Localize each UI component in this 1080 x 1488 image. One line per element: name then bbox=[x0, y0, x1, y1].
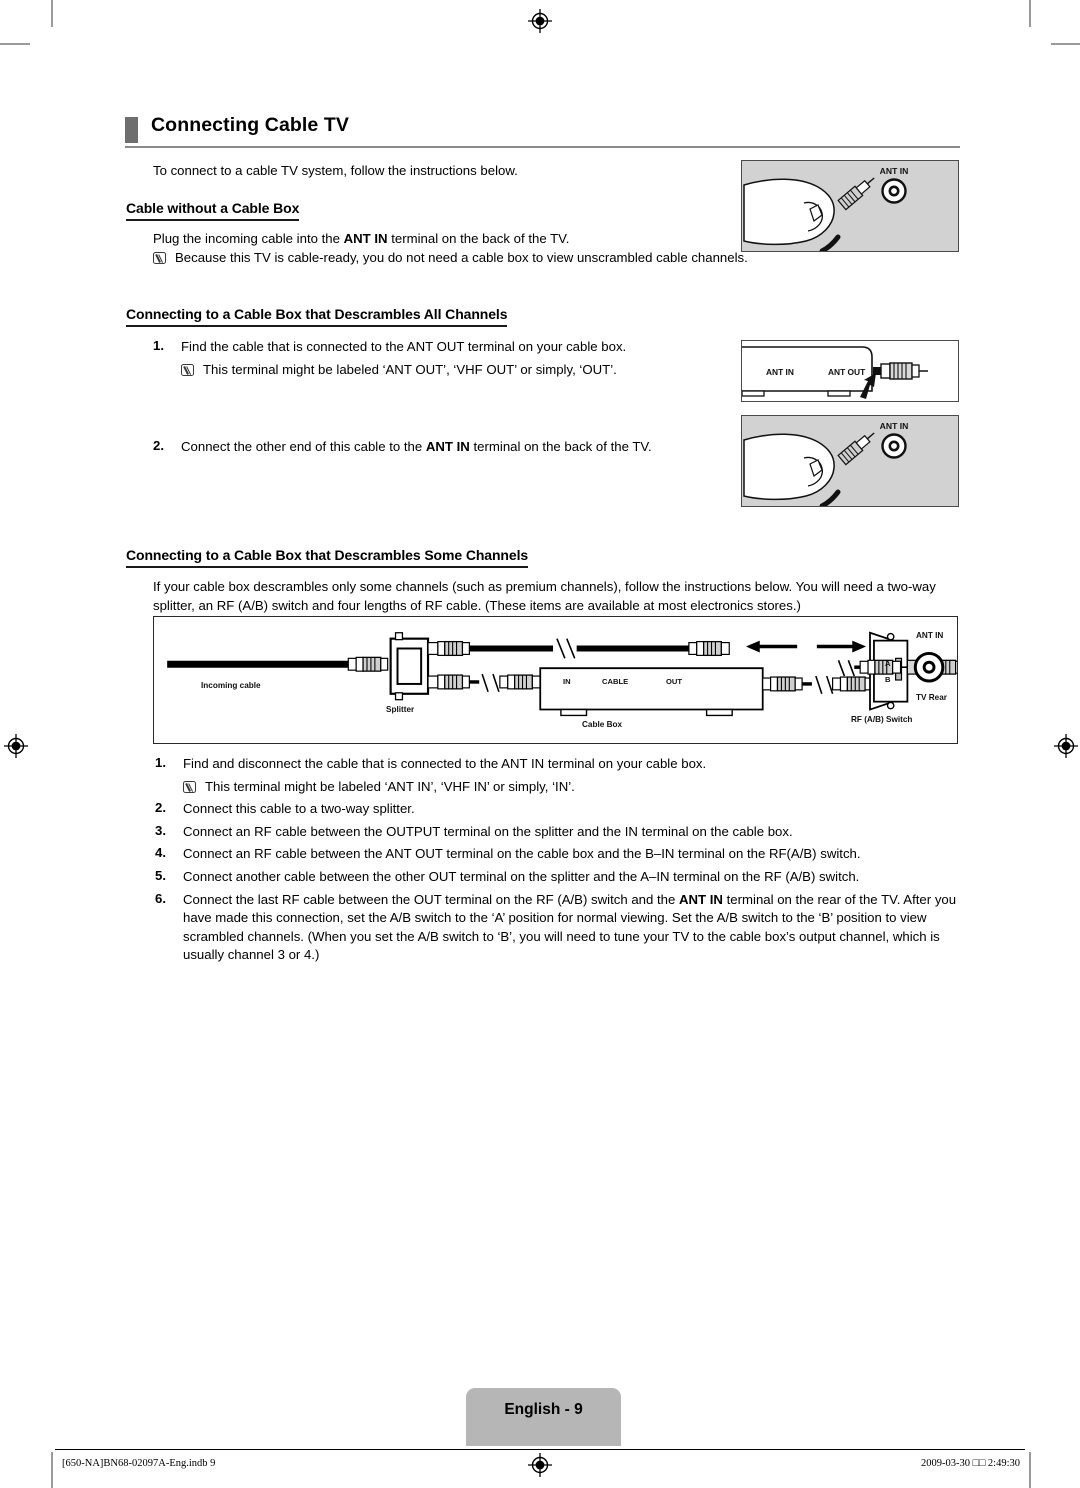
registration-target-icon bbox=[528, 9, 552, 33]
diagram-label-tv-rear: TV Rear bbox=[916, 693, 947, 702]
crop-mark-top-right-vertical bbox=[1029, 0, 1031, 27]
crop-mark-top-left-vertical bbox=[51, 0, 53, 27]
page-label: English - 9 bbox=[504, 1401, 583, 1418]
illustration-label-ant-in: ANT IN bbox=[880, 166, 909, 176]
diagram-label-ant-in: ANT IN bbox=[916, 631, 944, 640]
diagram-label-switch-b: B bbox=[885, 675, 891, 684]
note-pencil-icon bbox=[183, 780, 196, 793]
diagram-label-rf-switch: RF (A/B) Switch bbox=[851, 715, 913, 724]
list-item: 6. Connect the last RF cable between the… bbox=[155, 891, 965, 965]
wiring-diagram: Incoming cable Splitter IN CABLE OUT Cab… bbox=[153, 616, 964, 744]
illustration-label-ant-in: ANT IN bbox=[880, 421, 909, 431]
diagram-label-cable-box-in: IN bbox=[563, 677, 571, 686]
registration-target-icon bbox=[528, 1453, 552, 1477]
registration-target-icon bbox=[1054, 734, 1078, 758]
step-number: 5. bbox=[155, 867, 166, 883]
hand-cable-ant-in-drawing: ANT IN bbox=[742, 416, 958, 506]
intro-paragraph: To connect to a cable TV system, follow … bbox=[153, 163, 518, 178]
wiring-diagram-right-half bbox=[745, 640, 945, 683]
ant-in-bold: ANT IN bbox=[679, 891, 723, 907]
descrambles-all-step2: 2. Connect the other end of this cable t… bbox=[153, 438, 733, 461]
step-text: Connect the last RF cable between the OU… bbox=[183, 891, 965, 965]
section-header: Connecting Cable TV bbox=[125, 114, 960, 151]
descrambles-some-body: If your cable box descrambles only some … bbox=[153, 579, 936, 613]
cable-box-rear-drawing: ANT IN ANT OUT bbox=[742, 341, 958, 401]
section-accent-bar bbox=[125, 117, 138, 143]
list-item: 2. Connect this cable to a two-way split… bbox=[155, 800, 965, 819]
section-header-rule bbox=[125, 146, 960, 148]
list-item: 3. Connect an RF cable between the OUTPU… bbox=[155, 823, 965, 842]
step-number: 2. bbox=[153, 438, 164, 453]
step-text: Connect another cable between the other … bbox=[183, 868, 860, 884]
diagram-label-cable-box: Cable Box bbox=[582, 720, 623, 729]
subheading-cable-without-box: Cable without a Cable Box bbox=[126, 200, 299, 221]
list-item: 1. Find and disconnect the cable that is… bbox=[155, 755, 965, 774]
step-note: This terminal might be labeled ‘ANT OUT’… bbox=[181, 361, 733, 380]
crop-mark-top-left-horizontal bbox=[0, 43, 30, 45]
ant-in-bold: ANT IN bbox=[425, 439, 470, 454]
step-text: Connect an RF cable between the ANT OUT … bbox=[183, 846, 861, 862]
subheading-descrambles-all: Connecting to a Cable Box that Descrambl… bbox=[126, 306, 508, 327]
note-pencil-icon bbox=[181, 363, 194, 376]
step-number: 1. bbox=[153, 338, 164, 353]
list-item: 4. Connect an RF cable between the ANT O… bbox=[155, 845, 965, 864]
footer-timestamp: 2009-03-30 □□ 2:49:30 bbox=[920, 1458, 1020, 1469]
descrambles-some-steps: 1. Find and disconnect the cable that is… bbox=[155, 755, 965, 969]
step-text: Find and disconnect the cable that is co… bbox=[183, 756, 707, 771]
diagram-label-cable-box-cable: CABLE bbox=[602, 677, 629, 686]
note-text: Because this TV is cable-ready, you do n… bbox=[175, 250, 748, 265]
illustration-hand-plugging-ant-in-1: ANT IN bbox=[741, 160, 959, 252]
cable-without-box-body: Plug the incoming cable into the ANT IN … bbox=[153, 230, 723, 249]
crop-mark-bottom-left-vertical bbox=[51, 1452, 53, 1488]
diagram-label-switch-a: A bbox=[885, 659, 891, 668]
ant-in-bold: ANT IN bbox=[343, 231, 388, 246]
list-item: 1. Find the cable that is connected to t… bbox=[153, 338, 733, 357]
descrambles-all-steps: 1. Find the cable that is connected to t… bbox=[153, 338, 733, 379]
step-text: Find the cable that is connected to the … bbox=[181, 339, 627, 354]
step-number: 6. bbox=[155, 890, 166, 906]
direction-arrows-icon bbox=[745, 640, 867, 653]
hand-cable-ant-in-drawing: ANT IN bbox=[742, 161, 958, 251]
diagram-label-incoming-cable: Incoming cable bbox=[201, 681, 261, 690]
diagram-label-splitter: Splitter bbox=[386, 705, 415, 714]
step-note: This terminal might be labeled ‘ANT IN’,… bbox=[183, 778, 965, 797]
step-text: Connect the other end of this cable to t… bbox=[181, 438, 733, 457]
cable-without-box-note: Because this TV is cable-ready, you do n… bbox=[153, 249, 750, 268]
step-text-part-a: Connect the other end of this cable to t… bbox=[181, 439, 426, 454]
crop-mark-bottom-right-vertical bbox=[1029, 1452, 1031, 1488]
crop-mark-top-right-horizontal bbox=[1051, 43, 1080, 45]
step-number: 3. bbox=[155, 822, 166, 838]
step-number: 2. bbox=[155, 800, 166, 816]
illustration-label-ant-out: ANT OUT bbox=[828, 367, 866, 377]
list-item: 2. Connect the other end of this cable t… bbox=[153, 438, 733, 457]
footer-rule bbox=[55, 1449, 1025, 1450]
footer-file-reference: [650-NA]BN68-02097A-Eng.indb 9 bbox=[62, 1458, 216, 1469]
illustration-hand-plugging-ant-in-2: ANT IN bbox=[741, 415, 959, 507]
step-text: Connect this cable to a two-way splitter… bbox=[183, 801, 415, 817]
subheading-descrambles-some: Connecting to a Cable Box that Descrambl… bbox=[126, 547, 528, 568]
illustration-label-ant-in: ANT IN bbox=[766, 367, 794, 377]
illustration-cable-box-ant-out: ANT IN ANT OUT bbox=[741, 340, 959, 402]
document-page: Connecting Cable TV To connect to a cabl… bbox=[0, 0, 1080, 1488]
step-number: 1. bbox=[155, 755, 166, 770]
step-text: Connect an RF cable between the OUTPUT t… bbox=[183, 823, 793, 839]
body-text-part-b: terminal on the back of the TV. bbox=[387, 231, 570, 246]
registration-target-icon bbox=[4, 734, 28, 758]
step-text-part-b: terminal on the back of the TV. bbox=[469, 439, 652, 454]
note-text: This terminal might be labeled ‘ANT OUT’… bbox=[203, 361, 617, 377]
step-number: 4. bbox=[155, 845, 166, 861]
note-text: This terminal might be labeled ‘ANT IN’,… bbox=[205, 778, 575, 794]
note-pencil-icon bbox=[153, 252, 166, 264]
list-item: 5. Connect another cable between the oth… bbox=[155, 868, 965, 887]
page-title: Connecting Cable TV bbox=[151, 114, 349, 136]
page-number-tab: English - 9 bbox=[466, 1388, 621, 1446]
step6-part-a: Connect the last RF cable between the OU… bbox=[183, 891, 679, 907]
body-text-part-a: Plug the incoming cable into the bbox=[153, 231, 344, 246]
diagram-label-cable-box-out: OUT bbox=[666, 677, 683, 686]
